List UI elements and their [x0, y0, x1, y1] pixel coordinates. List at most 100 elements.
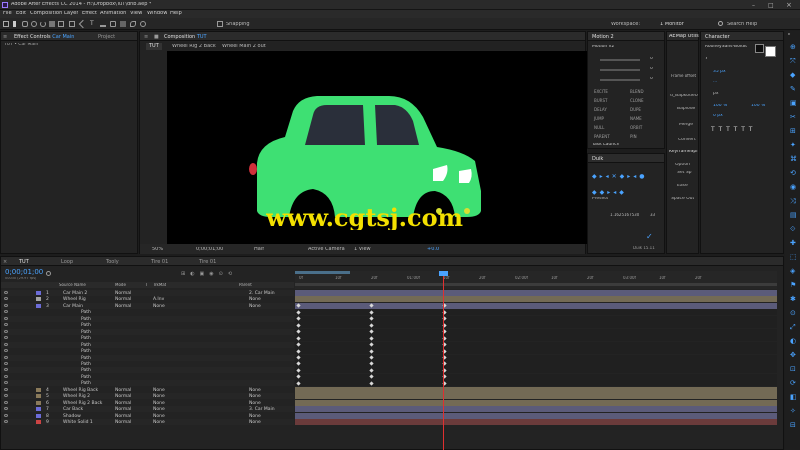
visibility-eye-icon[interactable] [4, 368, 8, 372]
layer-row[interactable]: 9 White Solid 1 Normal None None [1, 419, 294, 425]
property-track[interactable] [295, 354, 777, 361]
leading-value[interactable]: 35 px [713, 70, 726, 75]
clone-stamp-tool-icon[interactable] [110, 21, 116, 27]
track-matte-dropdown[interactable]: A.Inv [153, 297, 164, 302]
parent-dropdown[interactable]: None [249, 401, 261, 406]
tab-duik[interactable]: Duik [592, 156, 603, 162]
property-name[interactable]: Path [81, 330, 91, 335]
dock-icon-18[interactable]: ⚑ [790, 282, 797, 289]
dock-icon-25[interactable]: ⟳ [790, 380, 797, 387]
property-row[interactable]: Path [1, 367, 294, 374]
motion2-btn-burst[interactable]: BURST [594, 98, 607, 103]
property-track[interactable] [295, 373, 777, 380]
layer-name[interactable]: Wheel Rig [63, 297, 86, 302]
motion2-btn-excite[interactable]: EXCITE [594, 89, 608, 94]
visibility-eye-icon[interactable] [4, 336, 8, 340]
layer-duration-bar[interactable] [295, 419, 777, 425]
label-color-swatch[interactable] [36, 394, 41, 399]
layer-row[interactable]: 8 Shadow Normal None None [1, 412, 294, 419]
baseline-shift-value[interactable]: 0 px [713, 114, 723, 119]
layer-duration-bar[interactable] [295, 393, 777, 400]
aemap-keyframe-tab[interactable]: KeyframeSpi [669, 150, 699, 155]
stroke-color-swatch[interactable] [755, 44, 764, 53]
dock-icon-6[interactable]: ✂ [790, 114, 797, 121]
blend-mode-dropdown[interactable]: Normal [115, 401, 131, 406]
dock-icon-4[interactable]: ✎ [790, 86, 797, 93]
text-tool-icon[interactable]: T [90, 21, 96, 27]
blend-mode-dropdown[interactable]: Normal [115, 297, 131, 302]
visibility-eye-icon[interactable] [4, 420, 8, 423]
camera-tool-icon[interactable] [49, 21, 55, 27]
visibility-eye-icon[interactable] [4, 361, 8, 365]
subtab-tut[interactable]: TUT [146, 43, 162, 50]
dock-icon-11[interactable]: ◉ [790, 184, 797, 191]
label-color-swatch[interactable] [36, 303, 41, 308]
menu-animation[interactable]: Animation [100, 11, 126, 16]
blend-mode-dropdown[interactable]: Normal [115, 394, 131, 399]
work-area-bar[interactable] [295, 271, 350, 274]
motion2-btn-clone[interactable]: CLONE [630, 98, 644, 103]
timeline-timecode[interactable]: 0;00;01;00 [5, 269, 43, 276]
blend-mode-dropdown[interactable]: Normal [115, 414, 131, 419]
track-matte-dropdown[interactable]: None [153, 414, 165, 419]
property-track[interactable] [295, 380, 777, 387]
slider-2[interactable] [600, 69, 640, 71]
parent-dropdown[interactable]: None [249, 414, 261, 419]
blend-mode-dropdown[interactable]: Normal [115, 407, 131, 412]
visibility-eye-icon[interactable] [4, 342, 8, 346]
dock-icon-16[interactable]: ⬚ [790, 254, 797, 261]
motion2-btn-name[interactable]: NAME [630, 116, 642, 121]
horizontal-scale-value[interactable]: 100 % [751, 104, 765, 109]
layer-name[interactable]: Wheel Rig 2 Back [63, 401, 102, 406]
property-name[interactable]: Path [81, 362, 91, 367]
dock-icon-13[interactable]: ▤ [790, 212, 797, 219]
track-matte-dropdown[interactable]: None [153, 394, 165, 399]
track-matte-dropdown[interactable]: None [153, 407, 165, 412]
layer-row[interactable]: 2 Wheel Rig Normal A.Inv None [1, 296, 294, 303]
pan-behind-tool-icon[interactable] [58, 21, 64, 27]
workspace-dropdown[interactable]: 1 Monitor [660, 22, 684, 27]
dock-icon-21[interactable]: ⤢ [790, 324, 797, 331]
blend-mode-dropdown[interactable]: Normal [115, 420, 131, 425]
property-track[interactable] [295, 348, 777, 355]
property-track[interactable] [295, 367, 777, 374]
aemap-space-out[interactable]: Space Out [671, 197, 694, 202]
minimize-icon[interactable]: – [752, 2, 755, 9]
label-color-swatch[interactable] [36, 291, 41, 295]
visibility-eye-icon[interactable] [4, 381, 8, 385]
blend-mode-dropdown[interactable]: Normal [115, 388, 131, 393]
timeline-switches-toolbar[interactable]: ⊞◐▣◉⊙⟲ [181, 271, 281, 277]
layer-name[interactable]: Wheel Rig Back [63, 388, 98, 393]
visibility-eye-icon[interactable] [4, 323, 8, 327]
playhead-handle[interactable] [439, 271, 448, 276]
layer-row[interactable]: 7 Car Back Normal None 3. Car Main [1, 406, 294, 413]
menu-layer[interactable]: Layer [64, 11, 78, 16]
dock-icon-17[interactable]: ◈ [790, 268, 797, 275]
zoom-dropdown[interactable]: 50% [152, 247, 163, 252]
parent-dropdown[interactable]: None [249, 394, 261, 399]
tab-composition[interactable]: Composition TUT [164, 34, 207, 40]
property-name[interactable]: Path [81, 343, 91, 348]
playhead[interactable] [443, 271, 444, 450]
layer-row[interactable]: 4 Wheel Rig Back Normal None None [1, 386, 294, 393]
motion2-btn-null[interactable]: NULL [594, 125, 604, 130]
resolution-dropdown[interactable]: Half [254, 247, 264, 252]
dock-icon-28[interactable]: ⊟ [790, 422, 797, 429]
blend-mode-dropdown[interactable]: Normal [115, 304, 131, 309]
tab-character[interactable]: Character [705, 34, 730, 40]
property-name[interactable]: Path [81, 368, 91, 373]
checkmark-icon[interactable]: ✓ [646, 232, 653, 241]
vertical-scale-value[interactable]: 100 % [713, 104, 727, 109]
slider-3[interactable] [600, 79, 640, 81]
visibility-eye-icon[interactable] [4, 291, 8, 294]
visibility-eye-icon[interactable] [4, 303, 8, 307]
dock-icon-8[interactable]: ✦ [790, 142, 797, 149]
track-matte-dropdown[interactable]: None [153, 304, 165, 309]
fill-color-swatch[interactable] [765, 46, 776, 57]
subtab-wheel-main-2-out[interactable]: Wheel Main 2 out [222, 44, 266, 49]
parent-dropdown[interactable]: None [249, 420, 261, 425]
dock-icon-2[interactable]: ⤧ [790, 58, 797, 65]
maximize-icon[interactable]: □ [768, 2, 774, 9]
col-trkmat[interactable]: TrkMat [153, 283, 166, 287]
dock-icon-20[interactable]: ⊙ [790, 310, 797, 317]
